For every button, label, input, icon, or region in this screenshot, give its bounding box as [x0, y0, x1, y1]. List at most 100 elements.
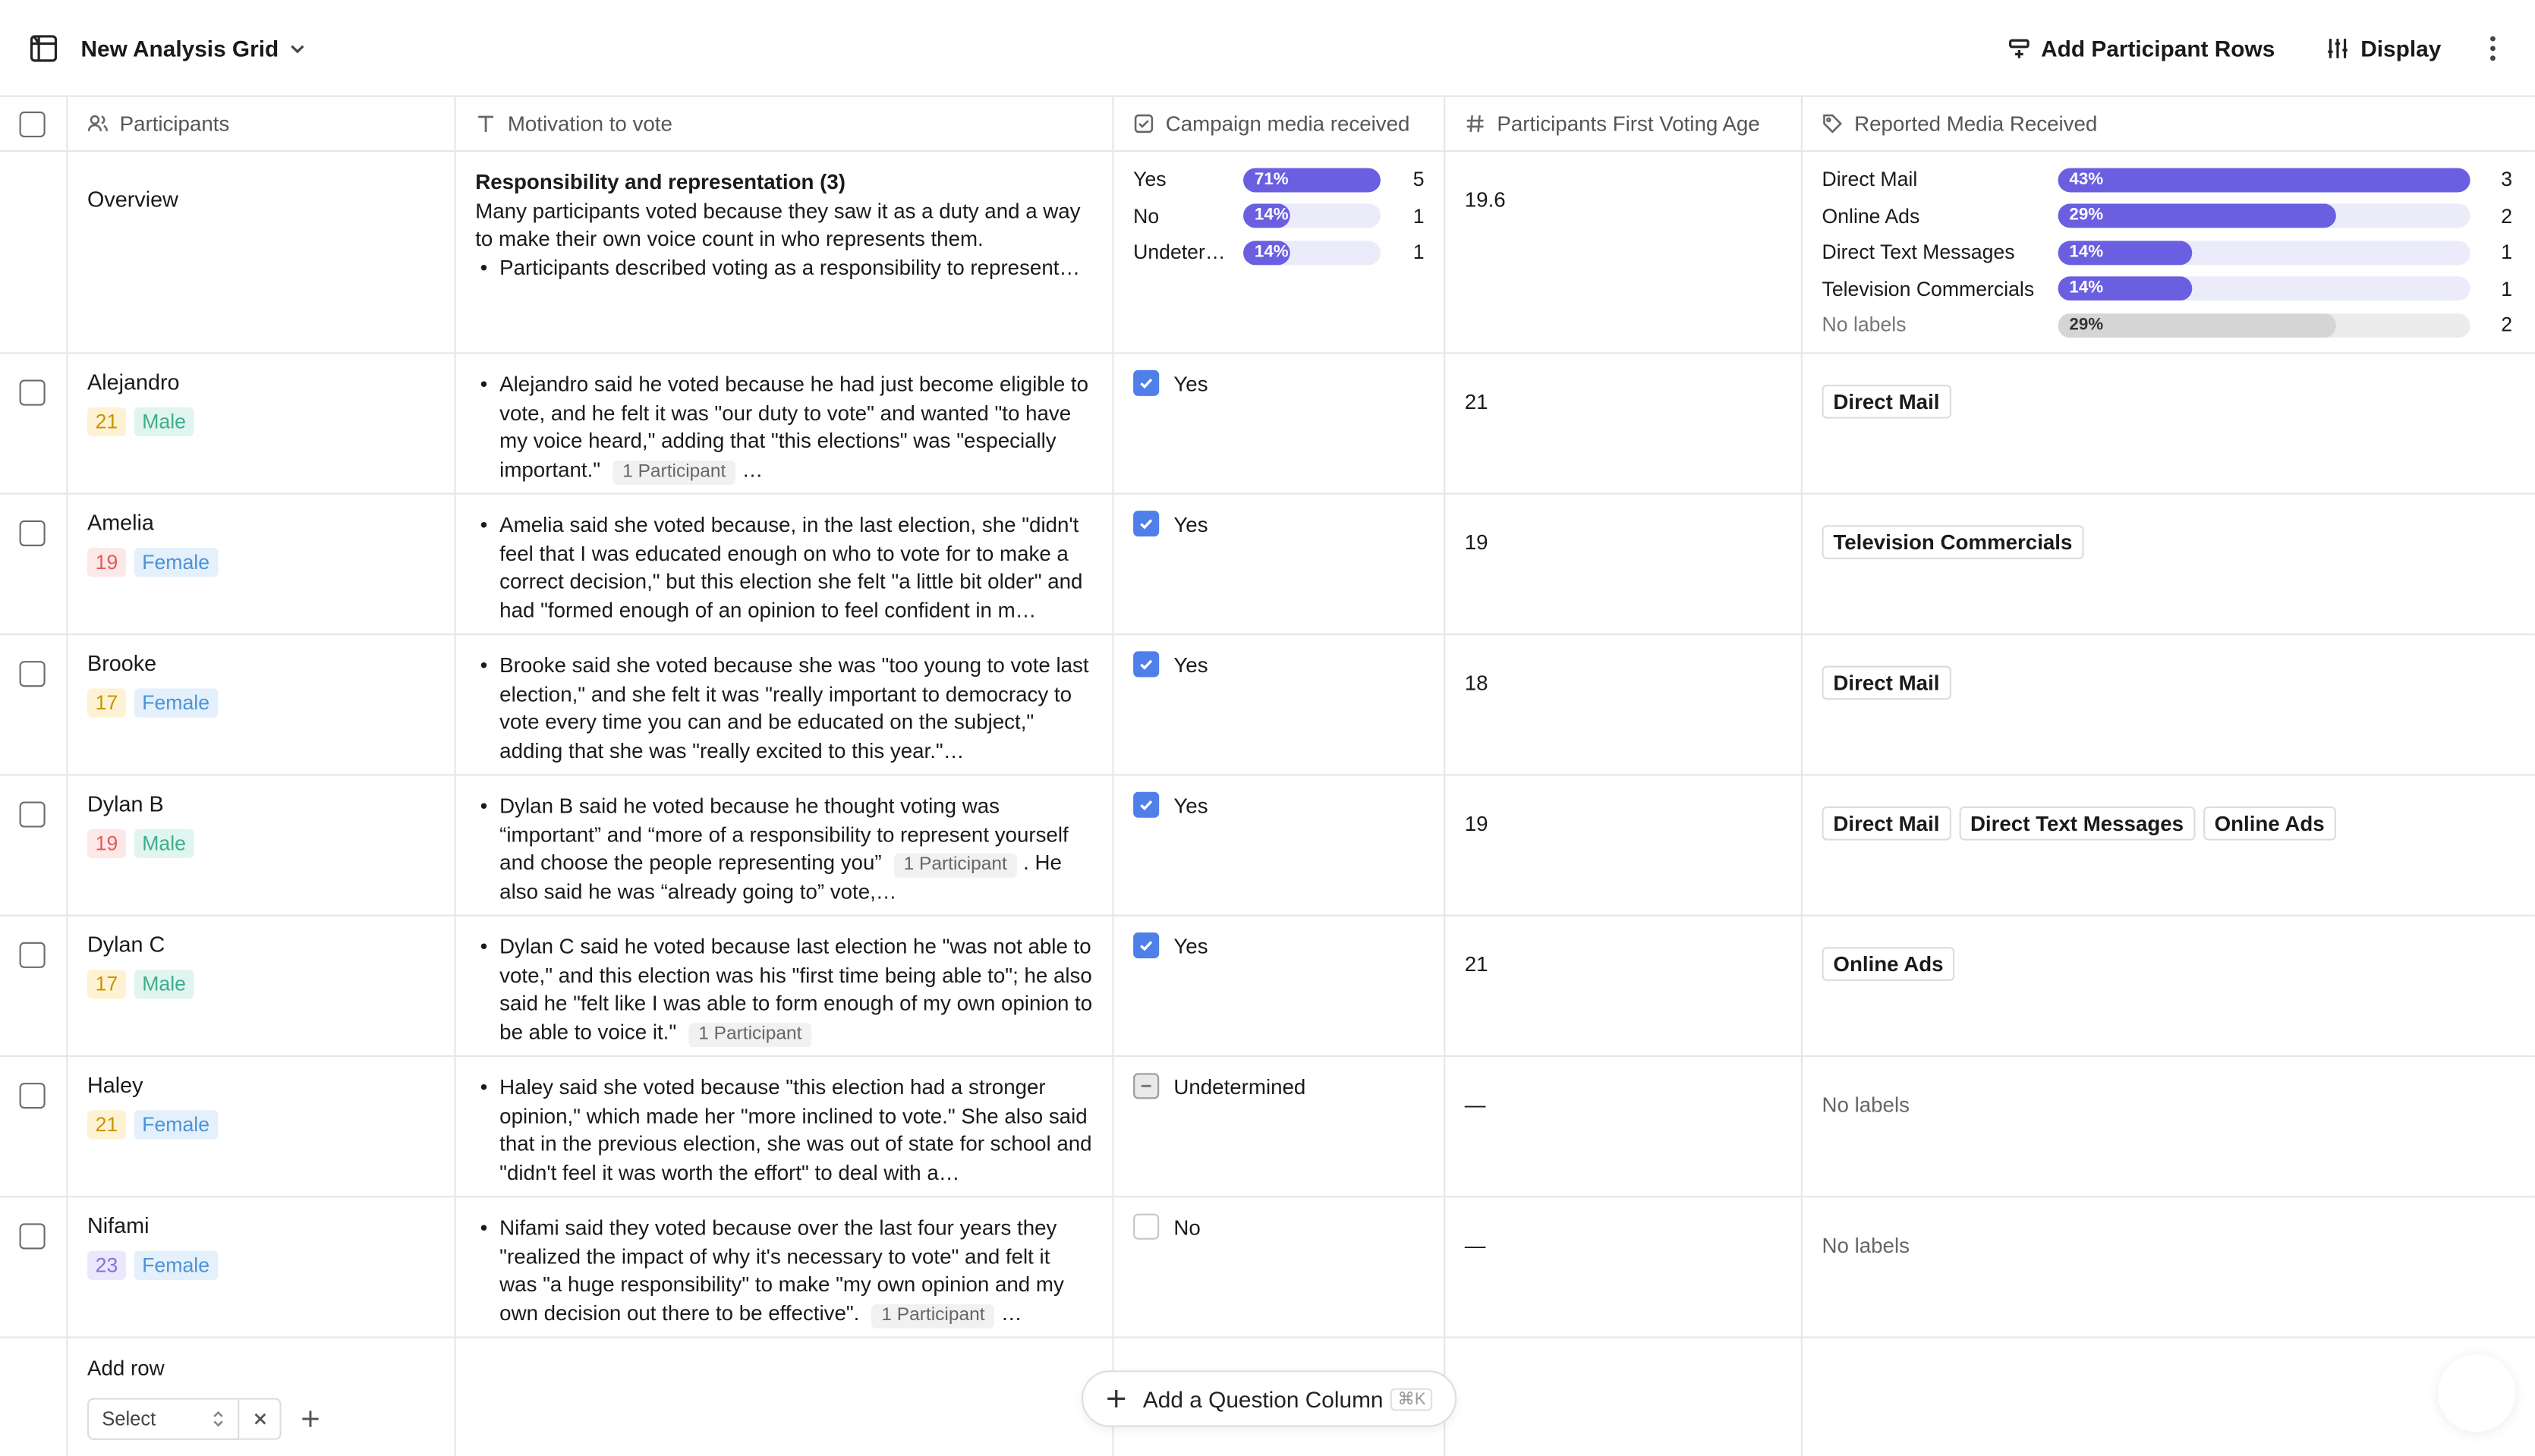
row-checkbox[interactable] [19, 1083, 46, 1109]
media-tag[interactable]: Direct Mail [1822, 806, 1951, 841]
media-cell[interactable]: Direct Mail Direct Text Messages Online Ad… [1803, 775, 2535, 914]
participant-cell[interactable]: Dylan C 17 Male [68, 916, 456, 1055]
select-placeholder: Select [102, 1407, 156, 1430]
motivation-continuation: … [742, 457, 764, 482]
display-button[interactable]: Display [2326, 35, 2441, 61]
campaign-checkbox[interactable] [1133, 370, 1160, 396]
citation-chip[interactable]: 1 Participant [612, 460, 736, 485]
media-cell[interactable]: Direct Mail [1803, 354, 2535, 492]
clear-select-icon[interactable] [239, 1397, 282, 1439]
column-header-participants[interactable]: Participants [68, 96, 456, 151]
add-row-spacer [0, 1338, 68, 1456]
add-question-column-button[interactable]: Add a Question Column ⌘K [1081, 1370, 1457, 1427]
campaign-stat-undetermined: Undeter… 14% 1 [1133, 240, 1425, 265]
row-checkbox[interactable] [19, 520, 46, 546]
table-row[interactable]: Nifami 23 Female Nifami said they voted bec… [0, 1197, 2535, 1338]
row-checkbox[interactable] [19, 942, 46, 968]
participant-cell[interactable]: Nifami 23 Female [68, 1197, 456, 1337]
motivation-cell[interactable]: Brooke said she voted because she was "t… [456, 635, 1114, 775]
row-checkbox[interactable] [19, 661, 46, 687]
media-stat-direct-mail: Direct Mail 43% 3 [1822, 167, 2513, 192]
add-participant-rows-button[interactable]: Add Participant Rows [2007, 35, 2275, 61]
motivation-cell[interactable]: Dylan B said he voted because he thought… [456, 775, 1114, 915]
table-row[interactable]: Amelia 19 Female Amelia said she voted beca… [0, 494, 2535, 636]
media-tag[interactable]: Direct Mail [1822, 665, 1951, 700]
citation-chip[interactable]: 1 Participant [688, 1022, 812, 1047]
column-title: Participants First Voting Age [1497, 111, 1760, 136]
motivation-cell[interactable]: Alejandro said he voted because he had j… [456, 354, 1114, 493]
first-voting-age: — [1464, 1233, 1486, 1258]
citation-chip[interactable]: 1 Participant [871, 1303, 995, 1329]
media-tag[interactable]: Direct Text Messages [1959, 806, 2196, 841]
table-row[interactable]: Dylan C 17 Male Dylan C said he voted becau… [0, 916, 2535, 1058]
column-header-motivation[interactable]: Motivation to vote [456, 96, 1114, 151]
gender-badge: Female [134, 1250, 218, 1280]
plus-icon[interactable] [301, 1408, 320, 1428]
grid-title[interactable]: New Analysis Grid [81, 35, 279, 61]
overview-motivation-cell[interactable]: Responsibility and representation (3) Ma… [456, 152, 1114, 353]
campaign-value: Yes [1173, 652, 1208, 677]
media-tag[interactable]: Online Ads [1822, 947, 1955, 981]
first-age-cell: — [1445, 1197, 1803, 1337]
participant-cell[interactable]: Haley 21 Female [68, 1057, 456, 1197]
motivation-text: Dylan C said he voted because last elect… [475, 932, 1093, 1047]
header-row: Participants Motivation to vote Campaign… [0, 96, 2535, 153]
table-row[interactable]: Haley 21 Female Haley said she voted becaus… [0, 1057, 2535, 1198]
theme-title: Responsibility and representation (3) [475, 169, 846, 194]
gender-badge: Female [134, 688, 218, 718]
shortcut-hint: ⌘K [1390, 1387, 1433, 1410]
motivation-cell[interactable]: Amelia said she voted because, in the la… [456, 494, 1114, 634]
row-checkbox[interactable] [19, 801, 46, 828]
participant-cell[interactable]: Brooke 17 Female [68, 635, 456, 775]
media-cell[interactable]: No labels [1803, 1057, 2535, 1196]
media-cell[interactable]: Direct Mail [1803, 635, 2535, 774]
no-labels-text: No labels [1822, 1233, 1910, 1258]
select-all-checkbox[interactable] [19, 110, 46, 137]
help-bubble[interactable] [2438, 1354, 2516, 1432]
first-age-cell: — [1445, 1057, 1803, 1197]
media-cell[interactable]: Online Ads [1803, 917, 2535, 1055]
media-tag[interactable]: Online Ads [2203, 806, 2336, 841]
media-cell[interactable]: No labels [1803, 1197, 2535, 1336]
participant-select[interactable]: Select [87, 1397, 435, 1439]
motivation-cell[interactable]: Dylan C said he voted because last elect… [456, 916, 1114, 1055]
age-badge: 17 [87, 688, 126, 718]
campaign-checkbox[interactable] [1133, 791, 1160, 818]
participant-name: Nifami [87, 1213, 150, 1238]
first-age-cell: 19 [1445, 775, 1803, 915]
participant-cell[interactable]: Amelia 19 Female [68, 494, 456, 634]
citation-chip[interactable]: 1 Participant [893, 854, 1017, 878]
add-row-empty [1445, 1338, 1803, 1456]
media-cell[interactable]: Television Commercials [1803, 495, 2535, 634]
campaign-checkbox[interactable] [1133, 511, 1160, 537]
campaign-cell: Yes [1114, 354, 1446, 493]
row-checkbox[interactable] [19, 1223, 46, 1250]
campaign-checkbox[interactable] [1133, 932, 1160, 959]
column-header-reported-media[interactable]: Reported Media Received [1803, 97, 2535, 150]
add-row-cell: Add row Select [68, 1338, 456, 1456]
more-options-icon[interactable] [2489, 35, 2496, 61]
campaign-checkbox[interactable] [1133, 1213, 1160, 1240]
motivation-cell[interactable]: Haley said she voted because "this elect… [456, 1057, 1114, 1197]
row-checkbox-cell [0, 1197, 68, 1337]
table-row[interactable]: Brooke 17 Female Brooke said she voted beca… [0, 635, 2535, 776]
media-tag[interactable]: Direct Mail [1822, 384, 1951, 419]
media-tag[interactable]: Television Commercials [1822, 525, 2084, 559]
theme-description: Many participants voted because they saw… [475, 198, 1081, 251]
chevron-down-icon[interactable] [288, 38, 308, 58]
table-row[interactable]: Alejandro 21 Male Alejandro said he voted b… [0, 354, 2535, 495]
media-stat-direct-text: Direct Text Messages 14% 1 [1822, 240, 2513, 265]
column-header-first-voting-age[interactable]: Participants First Voting Age [1445, 96, 1803, 151]
overview-age-cell: 19.6 [1445, 152, 1803, 353]
participant-cell[interactable]: Alejandro 21 Male [68, 354, 456, 493]
participant-cell[interactable]: Dylan B 19 Male [68, 775, 456, 915]
participant-select-dropdown[interactable]: Select [87, 1397, 240, 1439]
motivation-cell[interactable]: Nifami said they voted because over the … [456, 1197, 1114, 1337]
column-header-campaign-media[interactable]: Campaign media received [1114, 96, 1446, 151]
row-checkbox[interactable] [19, 379, 46, 406]
first-voting-age: 21 [1464, 389, 1488, 414]
participant-name: Amelia [87, 511, 154, 536]
campaign-checkbox[interactable] [1133, 1073, 1160, 1099]
table-row[interactable]: Dylan B 19 Male Dylan B said he voted becau… [0, 775, 2535, 917]
campaign-checkbox[interactable] [1133, 651, 1160, 678]
